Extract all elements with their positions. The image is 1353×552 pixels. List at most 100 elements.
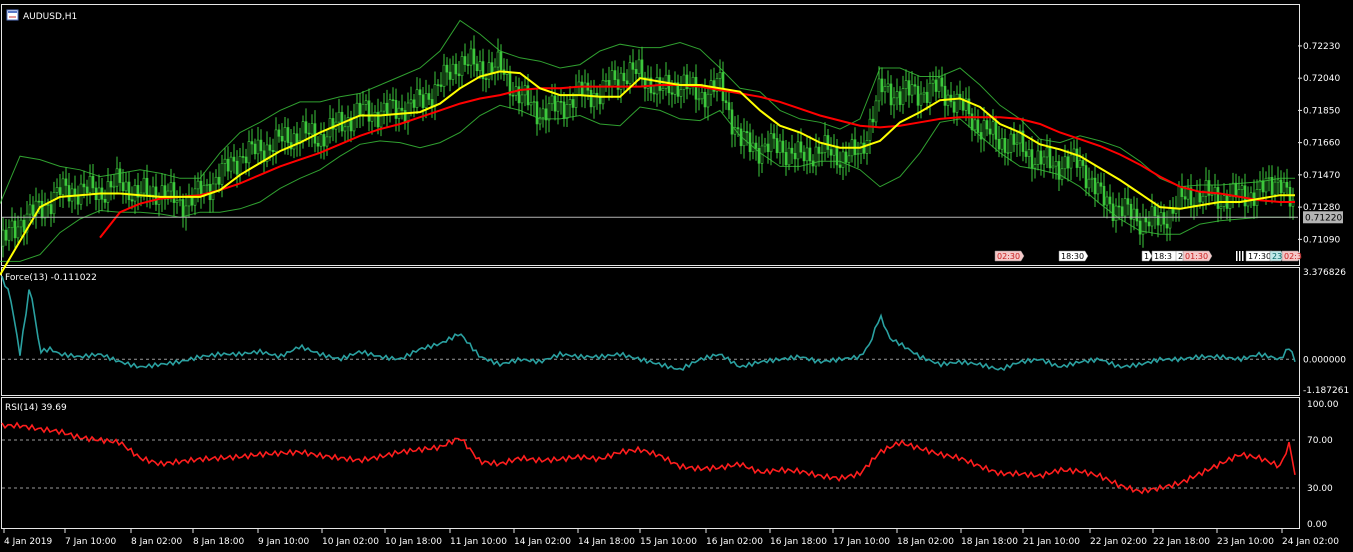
candle-body (22, 219, 26, 233)
candle-body (562, 101, 566, 119)
candle-body (1219, 206, 1223, 209)
candle-body (748, 132, 752, 153)
candle-body (427, 93, 431, 100)
candle-body (877, 78, 881, 102)
candle-body (745, 131, 749, 134)
candle-body (151, 186, 155, 196)
candle-body (721, 72, 725, 102)
candle-body (874, 100, 878, 123)
candle-body (1261, 180, 1265, 193)
candle-body (292, 133, 296, 150)
candle-body (103, 198, 107, 203)
candle-body (820, 152, 824, 154)
candle-body (127, 181, 131, 201)
candle-body (67, 185, 71, 202)
candle-body (580, 81, 584, 96)
candle-body (430, 99, 434, 107)
candle-body (1009, 133, 1013, 153)
candle-body (1201, 195, 1205, 203)
candle-body (775, 138, 779, 154)
candle-body (805, 147, 809, 162)
candle-body (1198, 191, 1202, 203)
candle-body (988, 128, 992, 135)
candle-body (589, 89, 593, 108)
event-marker-label: 18:30 (1061, 252, 1084, 261)
price-axis-label: 0.72230 (1303, 42, 1340, 52)
candle-body (1090, 177, 1094, 180)
candle-body (277, 129, 281, 137)
candle-body (994, 121, 998, 140)
time-axis-label: 9 Jan 10:00 (258, 537, 310, 547)
candle-body (61, 178, 65, 195)
candle-body (433, 84, 437, 107)
candle-body (871, 118, 875, 123)
candle-body (310, 123, 314, 135)
candle-body (814, 146, 818, 167)
candle-body (145, 177, 149, 196)
candle-body (634, 69, 638, 74)
candle-body (910, 84, 914, 96)
candle-body (130, 199, 134, 202)
candle-body (205, 183, 209, 186)
candle-body (118, 168, 122, 183)
candle-body (358, 102, 362, 115)
candle-body (1051, 165, 1055, 169)
chart-canvas[interactable]: AUDUSD,H1 0.722300.720400.718500.716600.… (0, 0, 1353, 552)
candle-body (490, 62, 494, 74)
candle-body (172, 182, 176, 203)
time-axis-label: 21 Jan 10:00 (1023, 537, 1080, 547)
candle-body (304, 121, 308, 134)
candle-body (88, 175, 92, 193)
candle-body (895, 91, 899, 99)
candle-body (232, 156, 236, 162)
candle-body (16, 226, 20, 239)
time-axis-label: 22 Jan 18:00 (1153, 537, 1210, 547)
candle-body (247, 141, 251, 164)
candle-body (271, 150, 275, 153)
candle-body (91, 175, 95, 189)
candle-body (1108, 196, 1112, 205)
candle-body (1285, 181, 1289, 188)
rsi-line (1, 421, 1296, 495)
candle-body (1036, 150, 1040, 165)
candle-body (880, 78, 884, 93)
candle-body (478, 61, 482, 72)
candle-body (565, 104, 569, 119)
candle-body (829, 149, 833, 156)
time-axis-label: 8 Jan 18:00 (193, 537, 245, 547)
candle-body (256, 139, 260, 155)
candle-body (976, 119, 980, 133)
candle-body (1105, 196, 1109, 206)
candle-body (622, 72, 626, 82)
candle-body (19, 219, 23, 228)
candle-body (682, 74, 686, 90)
candle-body (238, 156, 242, 175)
candle-body (121, 182, 125, 192)
candle-body (670, 92, 674, 95)
event-marker-label: 01:30 (1185, 252, 1208, 261)
candle-body (529, 102, 533, 106)
candle-body (679, 89, 683, 97)
candle-body (280, 136, 284, 142)
event-marker-label: 2 (1178, 252, 1183, 261)
candle-body (316, 142, 320, 147)
time-axis-label: 18 Jan 02:00 (897, 537, 954, 547)
event-marker-bar (1236, 251, 1238, 261)
candle-body (379, 110, 383, 128)
candle-body (559, 101, 563, 103)
candle-body (928, 82, 932, 103)
candle-body (106, 181, 110, 203)
candle-body (1093, 177, 1097, 195)
candle-body (883, 86, 887, 93)
candle-body (85, 186, 89, 193)
candle-body (1039, 150, 1043, 165)
candle-body (1138, 220, 1142, 235)
candle-body (1267, 177, 1271, 179)
candle-body (613, 70, 617, 80)
candle-body (346, 117, 350, 128)
price-chart: 0.72230 0.72040 0.71850 0.71660 0.71470 0.712… (0, 19, 1343, 276)
candle-body (724, 100, 728, 103)
candle-body (985, 120, 989, 130)
candle-body (496, 51, 500, 68)
candle-body (436, 84, 440, 86)
